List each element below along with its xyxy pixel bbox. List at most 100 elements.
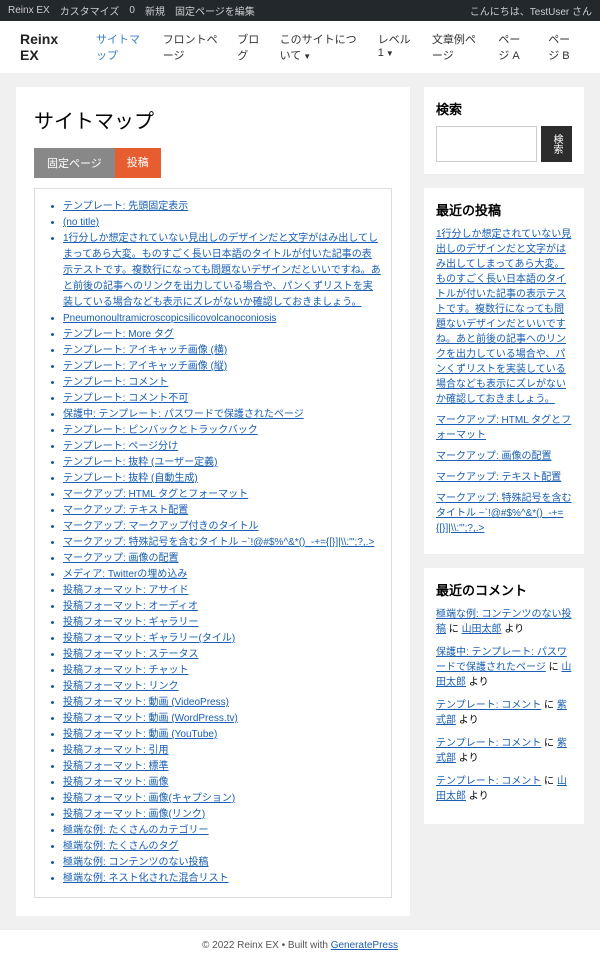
post-link[interactable]: テンプレート: 抜粋 (自動生成) bbox=[63, 473, 198, 484]
recent-post-link[interactable]: マークアップ: テキスト配置 bbox=[436, 472, 561, 483]
comment-post-link[interactable]: 保護中: テンプレート: パスワードで保護されたページ bbox=[436, 647, 567, 673]
post-list-item: 投稿フォーマット: 引用 bbox=[63, 743, 381, 759]
site-footer: © 2022 Reinx EX • Built with GeneratePre… bbox=[0, 930, 600, 961]
post-link[interactable]: マークアップ: テキスト配置 bbox=[63, 505, 188, 516]
recent-comment-item: 保護中: テンプレート: パスワードで保護されたページ に 山田太郎 より bbox=[436, 645, 572, 690]
post-list-item: 投稿フォーマット: チャット bbox=[63, 663, 381, 679]
post-list-item: 投稿フォーマット: 標準 bbox=[63, 759, 381, 775]
nav-link[interactable]: ページ B bbox=[548, 31, 580, 63]
post-link[interactable]: 投稿フォーマット: アサイド bbox=[63, 585, 189, 596]
admin-greeting[interactable]: こんにちは、TestUser さん bbox=[470, 3, 592, 18]
post-link[interactable]: マークアップ: 画像の配置 bbox=[63, 553, 179, 564]
post-link[interactable]: テンプレート: ページ分け bbox=[63, 441, 178, 452]
post-link[interactable]: テンプレート: ピンバックとトラックバック bbox=[63, 425, 258, 436]
post-list-item: マークアップ: 画像の配置 bbox=[63, 551, 381, 567]
post-list-item: 投稿フォーマット: オーディオ bbox=[63, 599, 381, 615]
post-link[interactable]: メディア: Twitterの埋め込み bbox=[63, 569, 187, 580]
comment-post-link[interactable]: テンプレート: コメント bbox=[436, 700, 541, 711]
admin-bar-item[interactable]: カスタマイズ bbox=[60, 3, 120, 18]
nav-link[interactable]: 文章例ページ bbox=[432, 31, 481, 63]
post-link[interactable]: 投稿フォーマット: ステータス bbox=[63, 649, 199, 660]
post-link[interactable]: テンプレート: More タグ bbox=[63, 329, 174, 340]
nav-link[interactable]: ブログ bbox=[237, 31, 261, 63]
post-link[interactable]: 投稿フォーマット: リンク bbox=[63, 681, 179, 692]
comment-post-link[interactable]: テンプレート: コメント bbox=[436, 738, 541, 749]
post-link[interactable]: 投稿フォーマット: 標準 bbox=[63, 761, 169, 772]
comment-post-link[interactable]: テンプレート: コメント bbox=[436, 776, 541, 787]
post-link[interactable]: テンプレート: アイキャッチ画像 (縦) bbox=[63, 361, 227, 372]
post-link[interactable]: 投稿フォーマット: 動画 (YouTube) bbox=[63, 729, 217, 740]
post-link[interactable]: 投稿フォーマット: 画像(キャプション) bbox=[63, 793, 235, 804]
post-link[interactable]: 1行分しか想定されていない見出しのデザインだと文字がはみ出してしまってあら大変。… bbox=[63, 233, 381, 308]
post-link[interactable]: 投稿フォーマット: 引用 bbox=[63, 745, 169, 756]
admin-bar-item[interactable]: 新規 bbox=[145, 3, 165, 18]
post-link[interactable]: 極端な例: ネスト化された混合リスト bbox=[63, 873, 229, 884]
site-header: Reinx EX サイトマップフロントページブログこのサイトについて▼ レベル1▼… bbox=[0, 21, 600, 73]
post-list-item: マークアップ: HTML タグとフォーマット bbox=[63, 487, 381, 503]
recent-comments-title: 最近のコメント bbox=[436, 580, 572, 599]
recent-post-link[interactable]: マークアップ: HTML タグとフォーマット bbox=[436, 415, 571, 441]
admin-bar-item[interactable]: Reinx EX bbox=[8, 5, 50, 16]
chevron-down-icon: ▼ bbox=[303, 52, 311, 61]
post-list-item: 投稿フォーマット: 画像 bbox=[63, 775, 381, 791]
recent-post-link[interactable]: 1行分しか想定されていない見出しのデザインだと文字がはみ出してしまってあら大変。… bbox=[436, 229, 571, 405]
post-list-item: 投稿フォーマット: リンク bbox=[63, 679, 381, 695]
post-link[interactable]: 投稿フォーマット: ギャラリー(タイル) bbox=[63, 633, 235, 644]
admin-bar-item[interactable]: 固定ページを編集 bbox=[175, 3, 255, 18]
post-list-item: テンプレート: More タグ bbox=[63, 327, 381, 343]
post-list-item: 投稿フォーマット: 動画 (WordPress.tv) bbox=[63, 711, 381, 727]
recent-comment-item: 極端な例: コンテンツのない投稿 に 山田太郎 より bbox=[436, 607, 572, 637]
recent-post-item: 1行分しか想定されていない見出しのデザインだと文字がはみ出してしまってあら大変。… bbox=[436, 227, 572, 407]
footer-text: © 2022 Reinx EX • Built with bbox=[202, 940, 331, 951]
site-title[interactable]: Reinx EX bbox=[20, 31, 68, 63]
admin-bar: Reinx EX カスタマイズ 0 新規固定ページを編集 こんにちは、TestUser… bbox=[0, 0, 600, 21]
admin-bar-item[interactable]: 0 bbox=[129, 5, 135, 16]
post-list-item: 極端な例: ネスト化された混合リスト bbox=[63, 871, 381, 887]
recent-post-item: マークアップ: 特殊記号を含むタイトル ~`!@#$%^&*()_-+={[}]… bbox=[436, 491, 572, 536]
post-link[interactable]: テンプレート: 抜粋 (ユーザー定義) bbox=[63, 457, 218, 468]
post-link[interactable]: 投稿フォーマット: 画像(リンク) bbox=[63, 809, 205, 820]
post-link[interactable]: 保護中: テンプレート: パスワードで保護されたページ bbox=[63, 409, 304, 420]
post-link[interactable]: 極端な例: コンテンツのない投稿 bbox=[63, 857, 209, 868]
nav-link[interactable]: ページ A bbox=[498, 31, 530, 63]
post-list-item: 投稿フォーマット: ギャラリー bbox=[63, 615, 381, 631]
sitemap-tab[interactable]: 投稿 bbox=[115, 148, 161, 178]
nav-link[interactable]: レベル1▼ bbox=[378, 31, 414, 63]
post-link[interactable]: テンプレート: コメント bbox=[63, 377, 168, 388]
post-link[interactable]: 投稿フォーマット: 動画 (VideoPress) bbox=[63, 697, 229, 708]
post-link[interactable]: 極端な例: たくさんのカテゴリー bbox=[63, 825, 209, 836]
post-link[interactable]: 投稿フォーマット: 画像 bbox=[63, 777, 169, 788]
search-title: 検索 bbox=[436, 99, 572, 118]
post-link[interactable]: 投稿フォーマット: ギャラリー bbox=[63, 617, 199, 628]
post-link[interactable]: マークアップ: 特殊記号を含むタイトル ~`!@#$%^&*()_-+={[}]… bbox=[63, 537, 374, 548]
post-link[interactable]: テンプレート: アイキャッチ画像 (横) bbox=[63, 345, 227, 356]
post-list-item: Pneumonoultramicroscopicsilicovolcanocon… bbox=[63, 311, 381, 327]
footer-link[interactable]: GeneratePress bbox=[331, 940, 398, 951]
post-list-item: 保護中: テンプレート: パスワードで保護されたページ bbox=[63, 407, 381, 423]
post-link[interactable]: マークアップ: HTML タグとフォーマット bbox=[63, 489, 248, 500]
comment-post-link[interactable]: 極端な例: コンテンツのない投稿 bbox=[436, 609, 572, 635]
nav-link[interactable]: フロントページ bbox=[163, 31, 220, 63]
comment-author-link[interactable]: 山田太郎 bbox=[462, 624, 502, 635]
nav-link[interactable]: サイトマップ bbox=[96, 31, 145, 63]
recent-posts-widget: 最近の投稿 1行分しか想定されていない見出しのデザインだと文字がはみ出してしまっ… bbox=[424, 188, 584, 554]
post-link[interactable]: (no title) bbox=[63, 217, 99, 228]
recent-post-link[interactable]: マークアップ: 画像の配置 bbox=[436, 451, 552, 462]
post-link[interactable]: 投稿フォーマット: 動画 (WordPress.tv) bbox=[63, 713, 238, 724]
sitemap-tabs: 固定ページ投稿 bbox=[34, 148, 392, 178]
post-link[interactable]: マークアップ: マークアップ付きのタイトル bbox=[63, 521, 259, 532]
post-list-item: テンプレート: ページ分け bbox=[63, 439, 381, 455]
nav-link[interactable]: このサイトについて▼ bbox=[280, 31, 360, 63]
recent-post-link[interactable]: マークアップ: 特殊記号を含むタイトル ~`!@#$%^&*()_-+={[}]… bbox=[436, 493, 572, 534]
post-link[interactable]: 投稿フォーマット: チャット bbox=[63, 665, 188, 676]
post-link[interactable]: 投稿フォーマット: オーディオ bbox=[63, 601, 198, 612]
search-button[interactable]: 検索 bbox=[541, 126, 572, 162]
post-list-item: テンプレート: ピンバックとトラックバック bbox=[63, 423, 381, 439]
admin-bar-right: こんにちは、TestUser さん bbox=[470, 3, 592, 18]
sitemap-tab[interactable]: 固定ページ bbox=[34, 148, 115, 178]
post-link[interactable]: Pneumonoultramicroscopicsilicovolcanocon… bbox=[63, 313, 276, 324]
post-link[interactable]: テンプレート: 先頭固定表示 bbox=[63, 201, 188, 212]
post-link[interactable]: 極端な例: たくさんのタグ bbox=[63, 841, 179, 852]
search-input[interactable] bbox=[436, 126, 537, 162]
post-link[interactable]: テンプレート: コメント不可 bbox=[63, 393, 188, 404]
